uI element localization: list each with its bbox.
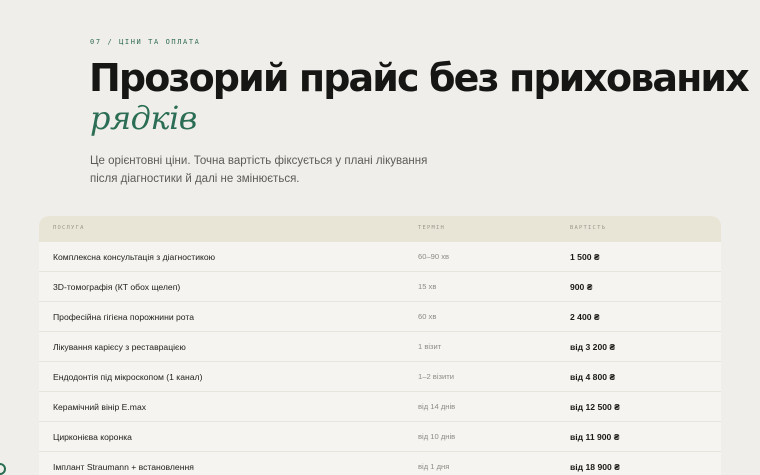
page-title: Прозорий прайс без прихованих <box>89 56 750 100</box>
header-term: ТЕРМІН <box>418 225 446 231</box>
floating-widget-button[interactable] <box>0 463 6 475</box>
row-price: 900 ₴ <box>570 281 593 292</box>
header-price: ВАРТІСТЬ <box>570 225 607 231</box>
pricing-section: 07 / ЦІНИ ТА ОПЛАТА Прозорий прайс без п… <box>0 0 760 475</box>
row-price: від 18 900 ₴ <box>570 461 620 472</box>
table-row: Комплексна консультація з діагностикою 6… <box>39 242 721 272</box>
row-service: Імплант Straumann + встановлення <box>53 461 194 472</box>
row-price: 1 500 ₴ <box>570 251 600 262</box>
row-service: Керамічний вінір E.max <box>53 401 147 412</box>
price-table: ПОСЛУГА ТЕРМІН ВАРТІСТЬ Комплексна консу… <box>39 216 721 475</box>
table-header: ПОСЛУГА ТЕРМІН ВАРТІСТЬ <box>39 216 721 242</box>
row-term: 1 візит <box>418 342 442 351</box>
row-price: від 4 800 ₴ <box>570 371 616 382</box>
table-row: Цирконієва коронка від 10 днів від 11 90… <box>39 422 721 452</box>
row-price: від 11 900 ₴ <box>570 431 620 442</box>
row-price: 2 400 ₴ <box>570 311 600 322</box>
row-term: 60–90 хв <box>418 252 450 261</box>
table-row: 3D-томографія (КТ обох щелеп) 15 хв 900 … <box>39 272 721 302</box>
table-row: Професійна гігієна порожнини рота 60 хв … <box>39 302 721 332</box>
row-service: Цирконієва коронка <box>53 431 132 442</box>
page-title-accent: рядків <box>90 99 197 137</box>
table-row: Керамічний вінір E.max від 14 днів від 1… <box>39 392 721 422</box>
table-body: Комплексна консультація з діагностикою 6… <box>39 242 721 475</box>
table-row: Ендодонтія під мікроскопом (1 канал) 1–2… <box>39 362 721 392</box>
row-service: 3D-томографія (КТ обох щелеп) <box>53 281 181 292</box>
header-service: ПОСЛУГА <box>53 225 85 231</box>
lead-paragraph: Це орієнтовні ціни. Точна вартість фіксу… <box>90 155 428 185</box>
row-service: Професійна гігієна порожнини рота <box>53 311 195 322</box>
row-service: Комплексна консультація з діагностикою <box>53 251 216 262</box>
row-price: від 12 500 ₴ <box>570 401 620 412</box>
row-term: від 1 дня <box>418 462 450 471</box>
row-term: 60 хв <box>418 312 437 321</box>
row-price: від 3 200 ₴ <box>570 341 616 352</box>
row-term: від 14 днів <box>418 402 456 411</box>
row-term: 15 хв <box>418 282 437 291</box>
row-term: 1–2 візити <box>418 372 454 381</box>
section-eyebrow: 07 / ЦІНИ ТА ОПЛАТА <box>90 38 201 46</box>
row-term: від 10 днів <box>418 432 456 441</box>
row-service: Ендодонтія під мікроскопом (1 канал) <box>53 371 203 382</box>
table-row: Лікування карієсу з реставрацією 1 візит… <box>39 332 721 362</box>
table-row: Імплант Straumann + встановлення від 1 д… <box>39 452 721 475</box>
row-service: Лікування карієсу з реставрацією <box>53 341 186 352</box>
